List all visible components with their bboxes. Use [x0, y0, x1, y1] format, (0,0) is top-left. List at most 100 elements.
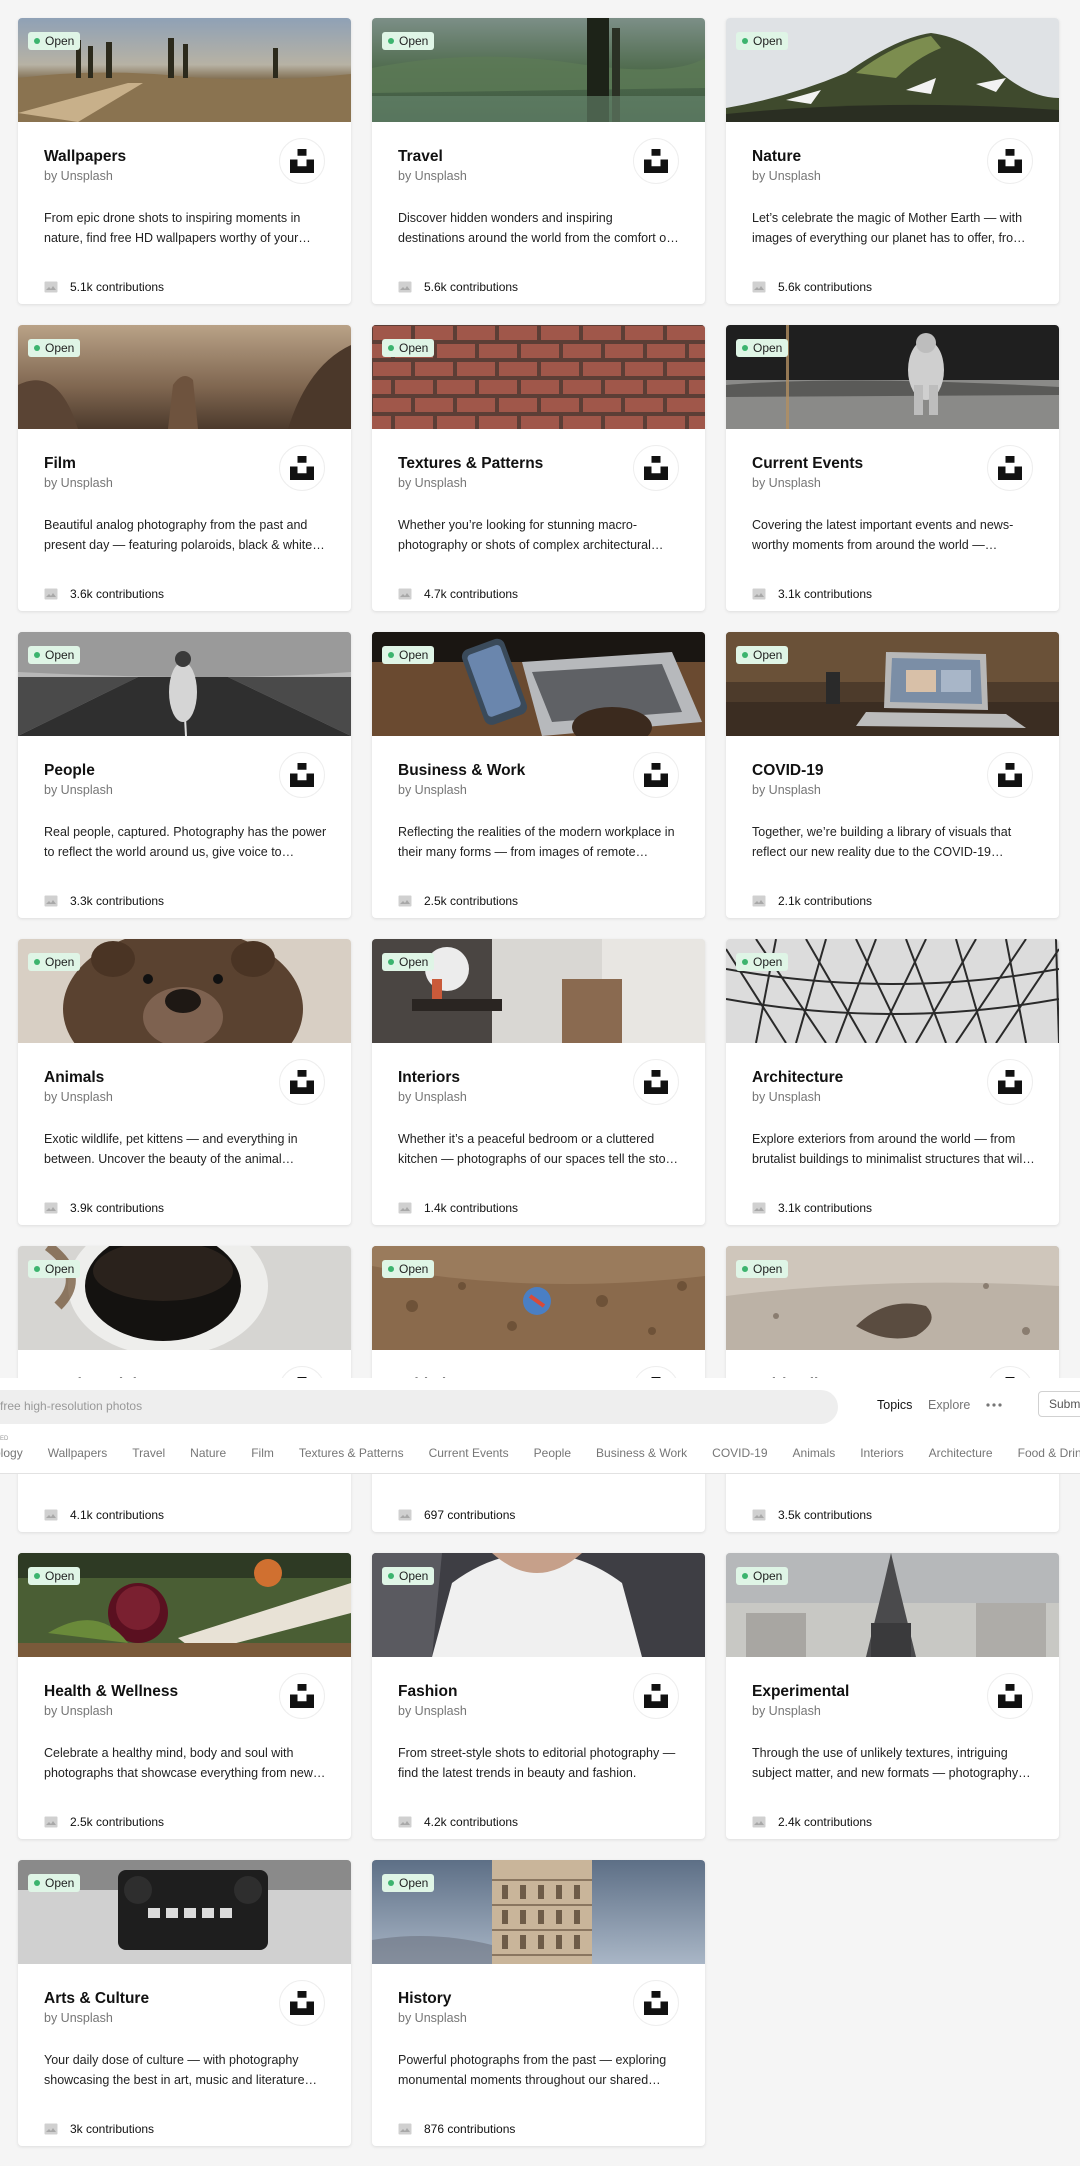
topic-card[interactable]: Open Textures & Patterns by Unsplash Whe…: [372, 325, 705, 611]
topic-title[interactable]: Experimental: [752, 1683, 849, 1701]
topic-byline: by Unsplash: [752, 476, 821, 490]
topic-nav-link[interactable]: Travel: [132, 1445, 165, 1467]
topic-owner-avatar[interactable]: [633, 445, 679, 491]
topic-cover-image[interactable]: Open: [18, 18, 351, 122]
topic-card[interactable]: Open Travel by Unsplash Discover hidden …: [372, 18, 705, 304]
topic-nav-link[interactable]: Interiors: [860, 1445, 903, 1467]
topic-cover-image[interactable]: Open: [18, 325, 351, 429]
topic-title[interactable]: Wallpapers: [44, 148, 126, 166]
topic-byline: by Unsplash: [44, 2011, 113, 2025]
topic-owner-avatar[interactable]: [633, 1673, 679, 1719]
topic-title[interactable]: COVID-19: [752, 762, 824, 780]
topic-cover-image[interactable]: Open: [18, 1860, 351, 1964]
open-badge: Open: [28, 1567, 81, 1585]
topic-nav-link[interactable]: Wallpapers: [48, 1445, 108, 1467]
topic-cover-image[interactable]: Open: [18, 939, 351, 1043]
topic-owner-avatar[interactable]: [633, 138, 679, 184]
topic-title[interactable]: Business & Work: [398, 762, 525, 780]
topic-owner-avatar[interactable]: [279, 1673, 325, 1719]
search-bar[interactable]: free high-resolution photos: [0, 1390, 838, 1424]
topic-owner-avatar[interactable]: [987, 1059, 1033, 1105]
topic-owner-avatar[interactable]: [279, 445, 325, 491]
submit-photo-button[interactable]: Submit: [1038, 1391, 1080, 1417]
topic-cover-image[interactable]: Open: [372, 1860, 705, 1964]
topic-title[interactable]: Film: [44, 455, 76, 473]
status-dot-icon: [34, 1573, 40, 1579]
topic-cover-image[interactable]: Open: [726, 632, 1059, 736]
topic-cover-image[interactable]: Open: [726, 1246, 1059, 1350]
topic-description: Through the use of unlikely textures, in…: [752, 1746, 1019, 1780]
topic-nav-link[interactable]: COVID-19: [712, 1445, 767, 1467]
topic-title[interactable]: Fashion: [398, 1683, 457, 1701]
topic-title[interactable]: Architecture: [752, 1069, 843, 1087]
topic-title[interactable]: Travel: [398, 148, 443, 166]
topic-cover-image[interactable]: Open: [372, 632, 705, 736]
topic-nav-link[interactable]: Nature: [190, 1445, 226, 1467]
topic-nav-link[interactable]: Current Events: [429, 1445, 509, 1467]
topic-nav-link[interactable]: Business & Work: [596, 1445, 687, 1467]
topic-owner-avatar[interactable]: [633, 1980, 679, 2026]
topic-contributions: 3.3k contributions: [44, 894, 164, 908]
topic-card[interactable]: Open COVID-19 by Unsplash Together, we’r…: [726, 632, 1059, 918]
topic-cover-image[interactable]: Open: [372, 1553, 705, 1657]
topic-owner-avatar[interactable]: [633, 752, 679, 798]
topic-owner-avatar[interactable]: [987, 138, 1033, 184]
topic-cover-image[interactable]: Open: [372, 18, 705, 122]
topic-title[interactable]: Current Events: [752, 455, 863, 473]
topics-grid: Open Wallpapers by Unsplash From epic dr…: [18, 18, 1062, 2146]
topic-cover-image[interactable]: Open: [372, 325, 705, 429]
topic-card[interactable]: Open Health & Wellness by Unsplash Celeb…: [18, 1553, 351, 1839]
topic-cover-image[interactable]: Open: [372, 939, 705, 1043]
topic-nav-link[interactable]: ology: [0, 1445, 23, 1467]
topic-owner-avatar[interactable]: [279, 1980, 325, 2026]
topic-title[interactable]: Animals: [44, 1069, 104, 1087]
topic-card[interactable]: Open History by Unsplash Powerful photog…: [372, 1860, 705, 2146]
topic-card[interactable]: Open Animals by Unsplash Exotic wildlife…: [18, 939, 351, 1225]
nav-explore-link[interactable]: Explore: [928, 1398, 970, 1412]
topic-title[interactable]: Arts & Culture: [44, 1990, 149, 2008]
topic-nav-link[interactable]: People: [534, 1445, 571, 1467]
topic-owner-avatar[interactable]: [987, 445, 1033, 491]
topic-card[interactable]: Open Current Events by Unsplash Covering…: [726, 325, 1059, 611]
topic-card[interactable]: Open Experimental by Unsplash Through th…: [726, 1553, 1059, 1839]
topic-cover-image[interactable]: Open: [18, 1553, 351, 1657]
topic-title[interactable]: History: [398, 1990, 451, 2008]
topic-owner-avatar[interactable]: [987, 752, 1033, 798]
topic-owner-avatar[interactable]: [987, 1673, 1033, 1719]
topic-cover-image[interactable]: Open: [18, 1246, 351, 1350]
topic-cover-image[interactable]: Open: [372, 1246, 705, 1350]
topic-card[interactable]: Open Wallpapers by Unsplash From epic dr…: [18, 18, 351, 304]
topic-cover-image[interactable]: Open: [726, 325, 1059, 429]
more-button[interactable]: [983, 1395, 1005, 1415]
topic-card[interactable]: Open People by Unsplash Real people, cap…: [18, 632, 351, 918]
topic-title[interactable]: Health & Wellness: [44, 1683, 178, 1701]
topic-cover-image[interactable]: Open: [726, 939, 1059, 1043]
status-dot-icon: [34, 345, 40, 351]
topic-cover-image[interactable]: Open: [726, 1553, 1059, 1657]
topic-card[interactable]: Open Interiors by Unsplash Whether it’s …: [372, 939, 705, 1225]
topic-cover-image[interactable]: Open: [18, 632, 351, 736]
topic-nav-link[interactable]: Textures & Patterns: [299, 1445, 404, 1467]
topic-owner-avatar[interactable]: [279, 752, 325, 798]
topic-title[interactable]: People: [44, 762, 95, 780]
topic-title[interactable]: Nature: [752, 148, 801, 166]
topic-title[interactable]: Textures & Patterns: [398, 455, 543, 473]
topic-card[interactable]: Open Nature by Unsplash Let’s celebrate …: [726, 18, 1059, 304]
topic-nav-link[interactable]: Architecture: [929, 1445, 993, 1467]
topic-nav-link[interactable]: Animals: [793, 1445, 836, 1467]
topic-cover-image[interactable]: Open: [726, 18, 1059, 122]
topic-card[interactable]: Open Fashion by Unsplash From street-sty…: [372, 1553, 705, 1839]
topic-nav-link[interactable]: Food & Drink: [1018, 1445, 1080, 1467]
topic-nav-link[interactable]: Film: [251, 1445, 274, 1467]
topic-owner-avatar[interactable]: [279, 138, 325, 184]
topic-owner-avatar[interactable]: [633, 1059, 679, 1105]
topic-owner-avatar[interactable]: [279, 1059, 325, 1105]
topic-card[interactable]: Open Business & Work by Unsplash Reflect…: [372, 632, 705, 918]
topic-title[interactable]: Interiors: [398, 1069, 460, 1087]
topic-card[interactable]: Open Film by Unsplash Beautiful analog p…: [18, 325, 351, 611]
topic-card[interactable]: Open Arts & Culture by Unsplash Your dai…: [18, 1860, 351, 2146]
unsplash-logo-icon: [644, 1070, 668, 1094]
topic-contributions: 4.1k contributions: [44, 1508, 164, 1522]
topic-card[interactable]: Open Architecture by Unsplash Explore ex…: [726, 939, 1059, 1225]
nav-topics-link[interactable]: Topics: [877, 1398, 912, 1412]
